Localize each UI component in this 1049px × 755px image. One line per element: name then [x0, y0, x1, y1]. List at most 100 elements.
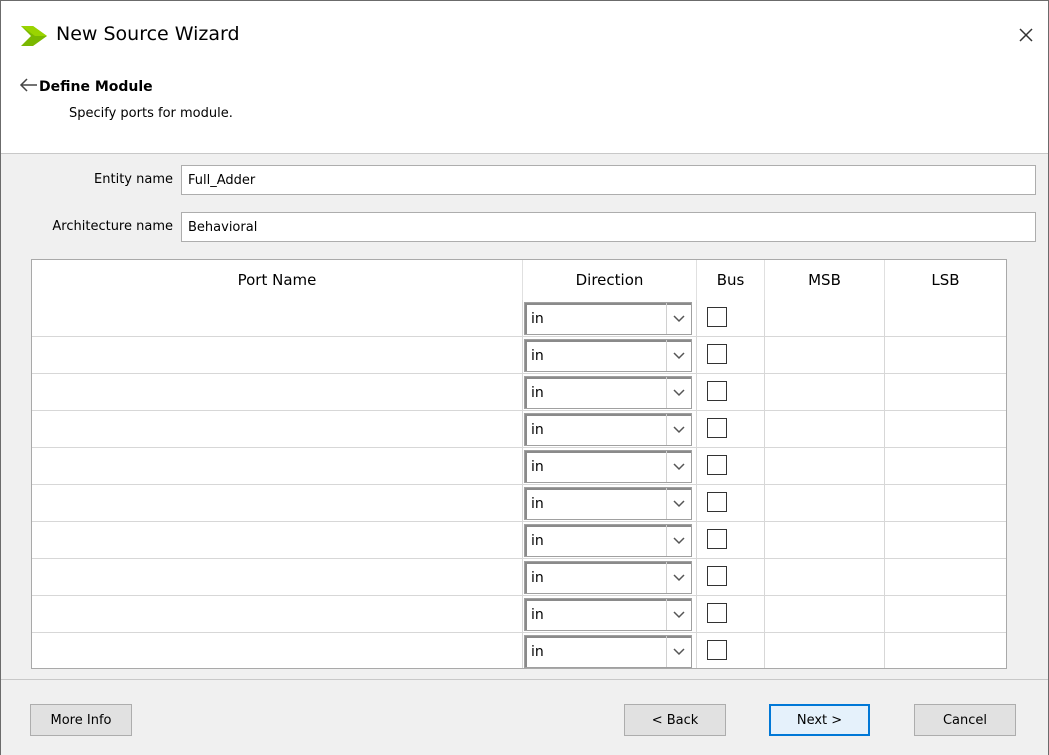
chevron-down-icon[interactable]: [666, 488, 691, 519]
cancel-button[interactable]: Cancel: [914, 704, 1016, 736]
msb-cell[interactable]: [765, 411, 885, 448]
bus-cell: [697, 337, 765, 374]
bus-checkbox[interactable]: [707, 455, 727, 475]
direction-select[interactable]: in: [524, 487, 692, 520]
msb-cell[interactable]: [765, 522, 885, 559]
port-name-cell[interactable]: [32, 337, 523, 374]
bus-checkbox[interactable]: [707, 603, 727, 623]
direction-select[interactable]: in: [524, 339, 692, 372]
direction-select[interactable]: in: [524, 598, 692, 631]
port-name-cell[interactable]: [32, 374, 523, 411]
chevron-down-icon[interactable]: [666, 525, 691, 556]
port-name-cell[interactable]: [32, 411, 523, 448]
port-name-cell[interactable]: [32, 485, 523, 522]
msb-cell[interactable]: [765, 633, 885, 668]
bus-checkbox[interactable]: [707, 307, 727, 327]
lsb-cell[interactable]: [885, 411, 1006, 448]
new-source-wizard-window: New Source Wizard Define Module Specify …: [0, 0, 1049, 755]
more-info-button[interactable]: More Info: [30, 704, 132, 736]
port-name-cell[interactable]: [32, 300, 523, 337]
direction-value: in: [531, 533, 544, 549]
direction-select[interactable]: in: [524, 376, 692, 409]
table-row: in: [32, 337, 1006, 374]
chevron-down-icon[interactable]: [666, 340, 691, 371]
table-row: in: [32, 559, 1006, 596]
port-name-cell[interactable]: [32, 448, 523, 485]
direction-select[interactable]: in: [524, 450, 692, 483]
next-button[interactable]: Next >: [769, 704, 870, 736]
msb-cell[interactable]: [765, 374, 885, 411]
bus-checkbox[interactable]: [707, 418, 727, 438]
direction-select[interactable]: in: [524, 302, 692, 335]
msb-cell[interactable]: [765, 485, 885, 522]
column-header-lsb[interactable]: LSB: [885, 260, 1006, 300]
msb-cell[interactable]: [765, 596, 885, 633]
direction-cell: in: [523, 522, 697, 559]
chevron-down-icon[interactable]: [666, 636, 691, 667]
direction-cell: in: [523, 485, 697, 522]
bus-checkbox[interactable]: [707, 529, 727, 549]
direction-select[interactable]: in: [524, 561, 692, 594]
lsb-cell[interactable]: [885, 596, 1006, 633]
bus-checkbox[interactable]: [707, 492, 727, 512]
architecture-name-input[interactable]: [181, 212, 1036, 242]
bus-cell: [697, 633, 765, 668]
port-name-cell[interactable]: [32, 522, 523, 559]
column-header-msb[interactable]: MSB: [765, 260, 885, 300]
chevron-down-icon[interactable]: [666, 414, 691, 445]
back-button[interactable]: < Back: [624, 704, 726, 736]
bus-checkbox[interactable]: [707, 640, 727, 660]
bus-checkbox[interactable]: [707, 344, 727, 364]
bus-checkbox[interactable]: [707, 566, 727, 586]
entity-name-input[interactable]: [181, 165, 1036, 195]
lsb-cell[interactable]: [885, 485, 1006, 522]
msb-cell[interactable]: [765, 300, 885, 337]
lsb-cell[interactable]: [885, 522, 1006, 559]
msb-cell[interactable]: [765, 337, 885, 374]
close-icon[interactable]: [1012, 21, 1040, 49]
port-name-cell[interactable]: [32, 633, 523, 668]
chevron-down-icon[interactable]: [666, 377, 691, 408]
lsb-cell[interactable]: [885, 559, 1006, 596]
column-header-bus[interactable]: Bus: [697, 260, 765, 300]
chevron-down-icon[interactable]: [666, 562, 691, 593]
port-name-cell[interactable]: [32, 559, 523, 596]
bus-checkbox[interactable]: [707, 381, 727, 401]
table-row: in: [32, 374, 1006, 411]
direction-select[interactable]: in: [524, 635, 692, 668]
chevron-down-icon[interactable]: [666, 303, 691, 334]
lsb-cell[interactable]: [885, 374, 1006, 411]
port-name-cell[interactable]: [32, 596, 523, 633]
direction-value: in: [531, 348, 544, 364]
column-header-port-name[interactable]: Port Name: [32, 260, 523, 300]
bus-cell: [697, 411, 765, 448]
direction-cell: in: [523, 633, 697, 668]
column-header-direction[interactable]: Direction: [523, 260, 697, 300]
lsb-cell[interactable]: [885, 633, 1006, 668]
table-row: in: [32, 448, 1006, 485]
direction-select[interactable]: in: [524, 524, 692, 557]
msb-cell[interactable]: [765, 559, 885, 596]
wizard-header: Define Module Specify ports for module.: [1, 69, 1048, 154]
direction-cell: in: [523, 448, 697, 485]
msb-cell[interactable]: [765, 448, 885, 485]
app-logo-icon: [21, 26, 47, 46]
lsb-cell[interactable]: [885, 300, 1006, 337]
page-title: Define Module: [39, 79, 153, 95]
direction-cell: in: [523, 596, 697, 633]
bus-cell: [697, 596, 765, 633]
direction-select[interactable]: in: [524, 413, 692, 446]
direction-cell: in: [523, 374, 697, 411]
chevron-down-icon[interactable]: [666, 599, 691, 630]
entity-name-label: Entity name: [94, 172, 173, 187]
table-row: in: [32, 633, 1006, 668]
chevron-down-icon[interactable]: [666, 451, 691, 482]
bus-cell: [697, 559, 765, 596]
title-bar: New Source Wizard: [1, 1, 1048, 69]
lsb-cell[interactable]: [885, 448, 1006, 485]
table-header: Port Name Direction Bus MSB LSB: [32, 260, 1006, 300]
back-arrow-icon[interactable]: [19, 77, 39, 93]
direction-value: in: [531, 311, 544, 327]
lsb-cell[interactable]: [885, 337, 1006, 374]
direction-value: in: [531, 607, 544, 623]
